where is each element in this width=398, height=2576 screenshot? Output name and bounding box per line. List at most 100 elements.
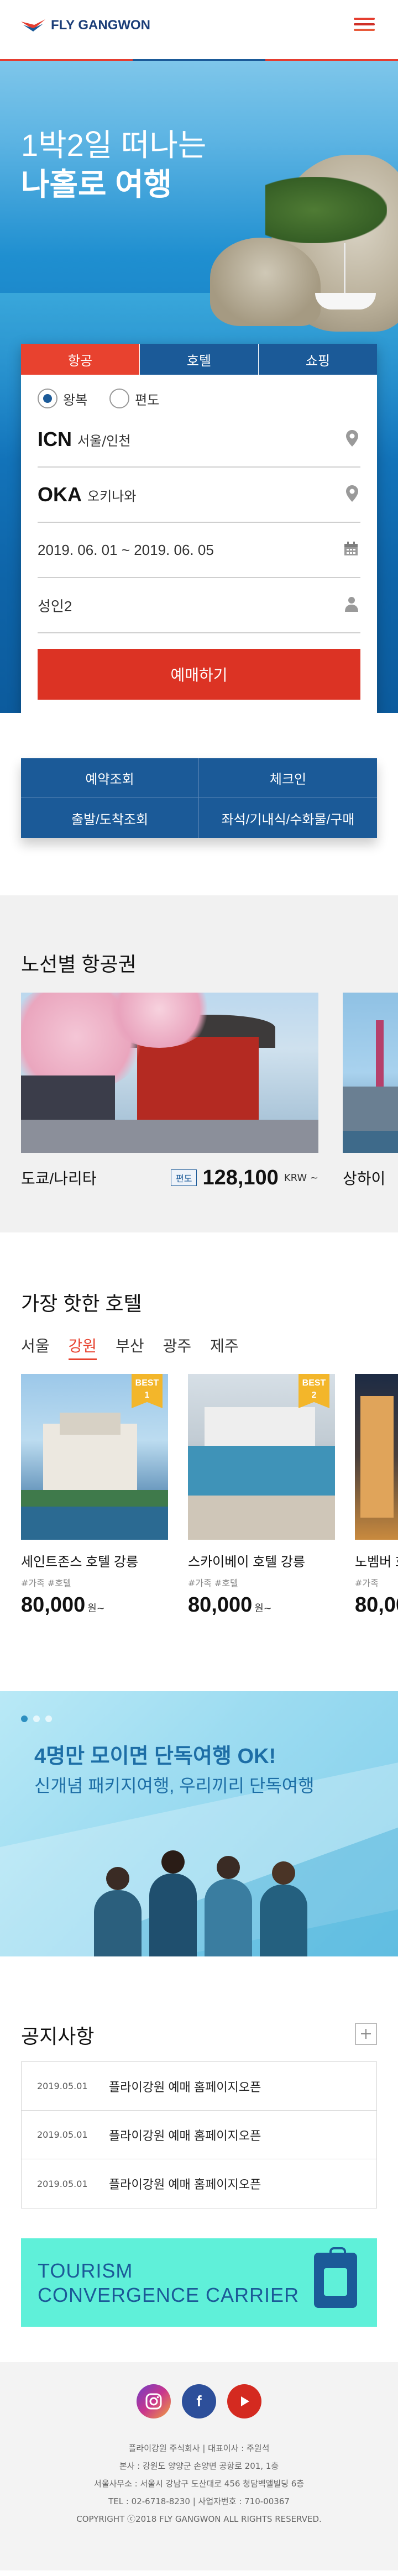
hotel-price-value: 80,000	[188, 1593, 253, 1617]
passenger-field[interactable]: 성인2	[38, 578, 360, 633]
slide-dot[interactable]	[33, 1715, 40, 1722]
person-icon	[345, 596, 358, 614]
location-pin-icon	[346, 485, 358, 504]
company-info-line: TEL : 02-6718-8230 | 사업자번호 : 710-00367	[108, 2496, 290, 2506]
hotel-price: 80,000 원~	[21, 1593, 168, 1617]
tab-shopping[interactable]: 쇼핑	[259, 344, 377, 375]
hotel-tags: #가족 #호텔	[21, 1578, 71, 1588]
slide-dot[interactable]	[21, 1715, 28, 1722]
carrier-banner-line2: CONVERGENCE CARRIER	[38, 2284, 300, 2306]
region-tab-gwangju[interactable]: 광주	[163, 1334, 192, 1360]
route-info: 도쿄/나리타 편도 128,100 KRW ~	[21, 1165, 318, 1190]
round-trip-radio[interactable]: 왕복	[38, 389, 87, 408]
youtube-icon[interactable]	[227, 2384, 261, 2418]
menu-bar-icon	[354, 18, 375, 20]
social-links: f	[0, 2384, 398, 2418]
hotel-name: 노벰버 호	[355, 1555, 398, 1570]
logo-wing-icon	[21, 18, 45, 33]
quick-menu-extras[interactable]: 좌석/기내식/수화물/구매	[199, 798, 377, 838]
hero-boat	[315, 293, 376, 309]
date-range-value: 2019. 06. 01 ~ 2019. 06. 05	[38, 541, 214, 558]
destination-field[interactable]: OKA 오키나와	[38, 468, 360, 523]
hotel-price: 80,000	[355, 1593, 398, 1617]
quick-menu-flight-status[interactable]: 출발/도착조회	[21, 798, 199, 838]
region-tab-gangwon[interactable]: 강원	[68, 1334, 97, 1360]
quick-menu-checkin[interactable]: 체크인	[199, 758, 377, 798]
promo-banner[interactable]: 4명만 모이면 단독여행 OK! 신개념 패키지여행, 우리끼리 단독여행	[0, 1691, 398, 1956]
notice-list: 2019.05.01 플라이강원 예매 홈페이지오픈 2019.05.01 플라…	[21, 2061, 377, 2208]
route-card[interactable]: 도쿄/나리타 편도 128,100 KRW ~	[21, 993, 318, 1190]
one-way-radio[interactable]: 편도	[109, 389, 159, 408]
tab-hotel[interactable]: 호텔	[140, 344, 259, 375]
hotel-tags: #가족	[355, 1578, 379, 1588]
hotels-title: 가장 핫한 호텔	[21, 1292, 142, 1315]
quick-menu-reservation[interactable]: 예약조회	[21, 758, 199, 798]
site-footer: f 플라이강원 주식회사 | 대표이사 : 주원석 본사 : 강원도 양양군 손…	[0, 2362, 398, 2570]
routes-title: 노선별 항공권	[21, 953, 137, 975]
slide-dot[interactable]	[45, 1715, 52, 1722]
logo-text: FLY GANGWON	[51, 18, 151, 33]
site-header: FLY GANGWON	[0, 0, 398, 61]
region-tab-busan[interactable]: 부산	[116, 1334, 144, 1360]
trip-type-group: 왕복 편도	[38, 385, 360, 412]
hotel-card[interactable]: BEST 1 세인트존스 호텔 강릉 #가족 #호텔 80,000 원~	[21, 1374, 168, 1617]
route-card[interactable]: 상하이	[343, 993, 398, 1190]
date-range-field[interactable]: 2019. 06. 01 ~ 2019. 06. 05	[38, 523, 360, 578]
booking-widget: 항공 호텔 쇼핑 왕복 편도 ICN 서울/인천 OKA 오키나와 2019. …	[21, 344, 377, 713]
notice-title-text: 플라이강원 예매 홈페이지오픈	[109, 2128, 261, 2143]
id-card-icon	[314, 2247, 357, 2308]
carrier-banner-line1: TOURISM	[38, 2259, 133, 2282]
quick-menu-grid: 예약조회 체크인 출발/도착조회 좌석/기내식/수화물/구매	[21, 758, 377, 838]
more-plus-icon[interactable]	[355, 2023, 377, 2045]
origin-code: ICN	[38, 428, 72, 450]
location-pin-icon	[346, 430, 358, 449]
booking-tabs: 항공 호텔 쇼핑	[21, 344, 377, 375]
notice-item[interactable]: 2019.05.01 플라이강원 예매 홈페이지오픈	[22, 2062, 376, 2111]
quick-menu-section: 예약조회 체크인 출발/도착조회 좌석/기내식/수화물/구매	[0, 713, 398, 895]
hotel-price-unit: 원~	[254, 1603, 272, 1614]
passenger-value: 성인2	[38, 597, 72, 615]
notice-section: 공지사항 2019.05.01 플라이강원 예매 홈페이지오픈 2019.05.…	[0, 1956, 398, 2362]
notice-title: 공지사항	[21, 2025, 95, 2048]
book-button[interactable]: 예매하기	[38, 649, 360, 700]
route-price: 편도 128,100 KRW ~	[170, 1166, 318, 1190]
hotel-name: 세인트존스 호텔 강릉	[21, 1555, 139, 1570]
notice-item[interactable]: 2019.05.01 플라이강원 예매 홈페이지오픈	[22, 2159, 376, 2208]
booking-form: 왕복 편도 ICN 서울/인천 OKA 오키나와 2019. 06. 01 ~ …	[21, 375, 377, 700]
hamburger-menu-button[interactable]	[352, 14, 377, 39]
region-tab-jeju[interactable]: 제주	[210, 1334, 239, 1360]
destination-city: 오키나와	[87, 488, 137, 504]
region-tab-seoul[interactable]: 서울	[21, 1334, 50, 1360]
radio-icon	[109, 389, 130, 408]
hero-title-line1: 1박2일 떠나는	[21, 128, 207, 162]
route-info: 상하이	[343, 1165, 398, 1190]
hotel-card[interactable]: BEST 2 스카이베이 호텔 강릉 #가족 #호텔 80,000 원~	[188, 1374, 335, 1617]
notice-title-text: 플라이강원 예매 홈페이지오픈	[109, 2080, 261, 2094]
instagram-icon[interactable]	[137, 2384, 171, 2418]
notice-item[interactable]: 2019.05.01 플라이강원 예매 홈페이지오픈	[22, 2111, 376, 2159]
slide-indicator	[21, 1715, 52, 1722]
hotel-image: BEST 1	[21, 1374, 168, 1540]
page: FLY GANGWON 1박2일 떠나는 나홀로 여행 항공 호텔 쇼핑 왕복 …	[0, 0, 398, 2576]
routes-section: 노선별 항공권 도쿄/나리타 편도 128,100 KRW ~ 상하이	[0, 895, 398, 1232]
calendar-icon	[344, 542, 358, 558]
notice-title-text: 플라이강원 예매 홈페이지오픈	[109, 2178, 261, 2191]
promo-people-illustration	[94, 1850, 326, 1956]
carrier-banner[interactable]: TOURISM CONVERGENCE CARRIER	[21, 2238, 377, 2327]
logo[interactable]: FLY GANGWON	[21, 18, 150, 33]
hotel-image: BEST 2	[188, 1374, 335, 1540]
origin-field[interactable]: ICN 서울/인천	[38, 412, 360, 468]
notice-date: 2019.05.01	[37, 2081, 88, 2091]
hero-banner: 1박2일 떠나는 나홀로 여행 항공 호텔 쇼핑 왕복 편도 ICN 서울/인천…	[0, 61, 398, 713]
copyright-text: COPYRIGHT ⓒ2018 FLY GANGWON ALL RIGHTS R…	[76, 2514, 322, 2524]
route-city: 상하이	[343, 1170, 386, 1187]
route-image-tokyo	[21, 993, 318, 1153]
one-way-badge: 편도	[170, 1169, 197, 1186]
best-badge: BEST 2	[298, 1374, 329, 1408]
company-info-line: 서울사무소 : 서울시 강남구 도산대로 456 청담벡앨빌딩 6층	[93, 2479, 305, 2489]
facebook-icon[interactable]: f	[182, 2384, 216, 2418]
hotel-card[interactable]: 노벰버 호 #가족 80,000	[355, 1374, 398, 1617]
hotel-name: 스카이베이 호텔 강릉	[188, 1555, 306, 1570]
hotel-price-unit: 원~	[87, 1603, 105, 1614]
tab-flight[interactable]: 항공	[21, 344, 140, 375]
